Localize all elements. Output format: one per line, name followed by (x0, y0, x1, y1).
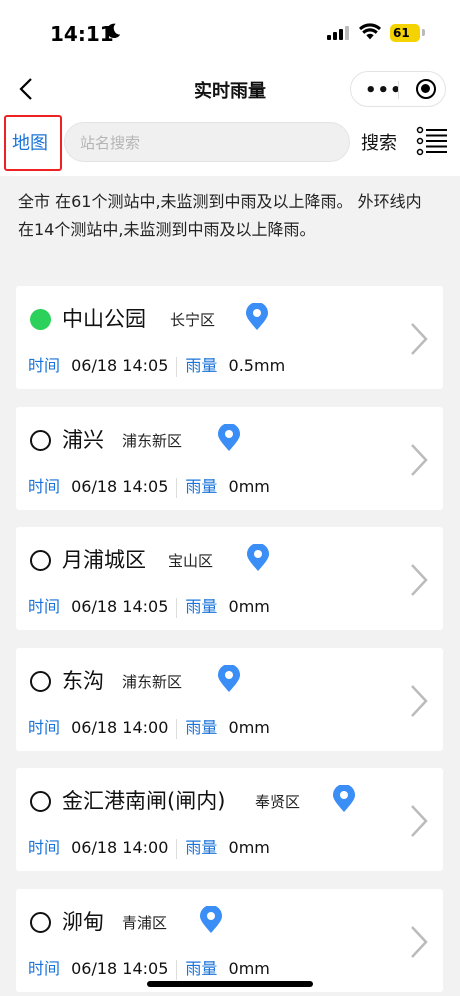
info-divider (176, 597, 178, 618)
map-button-label[interactable]: 地图 (12, 129, 48, 155)
station-card[interactable]: 中山公园 长宁区 时间 06/18 14:05 雨量 0.5mm (16, 286, 443, 389)
chevron-right-icon (411, 444, 428, 476)
station-time: 06/18 14:05 (71, 959, 169, 978)
status-dot-green (30, 309, 51, 330)
time-label: 时间 (28, 356, 61, 375)
location-pin-icon[interactable] (216, 665, 242, 693)
station-district: 长宁区 (170, 311, 216, 329)
rain-label: 雨量 (185, 838, 218, 857)
station-district: 宝山区 (168, 552, 214, 570)
battery-tip (422, 29, 425, 36)
chevron-right-icon (411, 323, 428, 355)
info-divider (176, 838, 178, 859)
station-card[interactable]: 东沟 浦东新区 时间 06/18 14:00 雨量 0mm (16, 648, 443, 751)
rain-summary: 全市 在61个测站中,未监测到中雨及以上降雨。 外环线内 在14个测站中,未监测… (18, 192, 422, 239)
station-rain: 0.5mm (228, 356, 286, 375)
station-time: 06/18 14:00 (71, 838, 169, 857)
chevron-right-icon (411, 685, 428, 717)
info-divider (176, 356, 178, 377)
station-rain: 0mm (228, 477, 270, 496)
status-dot-empty (30, 550, 51, 571)
search-placeholder: 站名搜索 (80, 134, 141, 152)
location-pin-icon[interactable] (331, 785, 357, 813)
station-name: 东沟 (62, 669, 104, 693)
station-info: 时间 06/18 14:05 雨量 0mm (28, 955, 270, 980)
station-name: 中山公园 (62, 307, 146, 331)
station-time: 06/18 14:05 (71, 477, 169, 496)
location-pin-icon[interactable] (216, 424, 242, 452)
status-dot-empty (30, 791, 51, 812)
station-name: 泖甸 (62, 910, 104, 934)
chevron-right-icon (411, 805, 428, 837)
capsule-divider (398, 81, 399, 99)
more-icon[interactable]: ••• (365, 80, 403, 101)
location-pin-icon[interactable] (245, 544, 271, 572)
station-name: 金汇港南闸(闸内) (62, 789, 226, 813)
chevron-right-icon (411, 926, 428, 958)
battery-icon: 61 (390, 24, 420, 42)
mini-program-capsule: ••• (350, 71, 446, 107)
time-label: 时间 (28, 718, 61, 737)
close-target-icon[interactable] (416, 79, 436, 99)
station-info: 时间 06/18 14:00 雨量 0mm (28, 714, 270, 739)
battery-level: 61 (393, 26, 410, 40)
time-label: 时间 (28, 838, 61, 857)
signal-icon (327, 26, 349, 40)
station-info: 时间 06/18 14:05 雨量 0.5mm (28, 352, 285, 377)
time-label: 时间 (28, 477, 61, 496)
station-rain: 0mm (228, 718, 270, 737)
moon-icon (106, 23, 121, 39)
rain-label: 雨量 (185, 597, 218, 616)
status-dot-empty (30, 671, 51, 692)
chevron-right-icon (411, 564, 428, 596)
station-district: 浦东新区 (122, 432, 183, 450)
station-name: 浦兴 (62, 428, 104, 452)
station-card[interactable]: 金汇港南闸(闸内) 奉贤区 时间 06/18 14:00 雨量 0mm (16, 768, 443, 871)
rain-label: 雨量 (185, 477, 218, 496)
status-bar: 14:11 61 (0, 0, 460, 64)
station-name: 月浦城区 (62, 548, 146, 572)
wifi-icon (359, 23, 381, 40)
info-divider (176, 718, 178, 739)
station-rain: 0mm (228, 959, 270, 978)
list-menu-icon[interactable] (416, 124, 448, 158)
search-button[interactable]: 搜索 (361, 129, 397, 155)
station-district: 浦东新区 (122, 673, 183, 691)
status-dot-empty (30, 430, 51, 451)
station-district: 青浦区 (122, 914, 168, 932)
station-info: 时间 06/18 14:05 雨量 0mm (28, 473, 270, 498)
time-label: 时间 (28, 959, 61, 978)
rain-label: 雨量 (185, 356, 218, 375)
location-pin-icon[interactable] (244, 303, 270, 331)
time-label: 时间 (28, 597, 61, 616)
status-dot-empty (30, 912, 51, 933)
station-time: 06/18 14:00 (71, 718, 169, 737)
info-divider (176, 959, 178, 980)
location-pin-icon[interactable] (198, 906, 224, 934)
station-card[interactable]: 月浦城区 宝山区 时间 06/18 14:05 雨量 0mm (16, 527, 443, 630)
info-divider (176, 477, 178, 498)
rain-label: 雨量 (185, 959, 218, 978)
station-rain: 0mm (228, 597, 270, 616)
rain-label: 雨量 (185, 718, 218, 737)
station-card[interactable]: 泖甸 青浦区 时间 06/18 14:05 雨量 0mm (16, 889, 443, 992)
station-card[interactable]: 浦兴 浦东新区 时间 06/18 14:05 雨量 0mm (16, 407, 443, 510)
station-info: 时间 06/18 14:05 雨量 0mm (28, 593, 270, 618)
home-indicator (147, 981, 313, 987)
station-rain: 0mm (228, 838, 270, 857)
station-time: 06/18 14:05 (71, 356, 169, 375)
station-time: 06/18 14:05 (71, 597, 169, 616)
station-info: 时间 06/18 14:00 雨量 0mm (28, 834, 270, 859)
station-district: 奉贤区 (255, 793, 301, 811)
